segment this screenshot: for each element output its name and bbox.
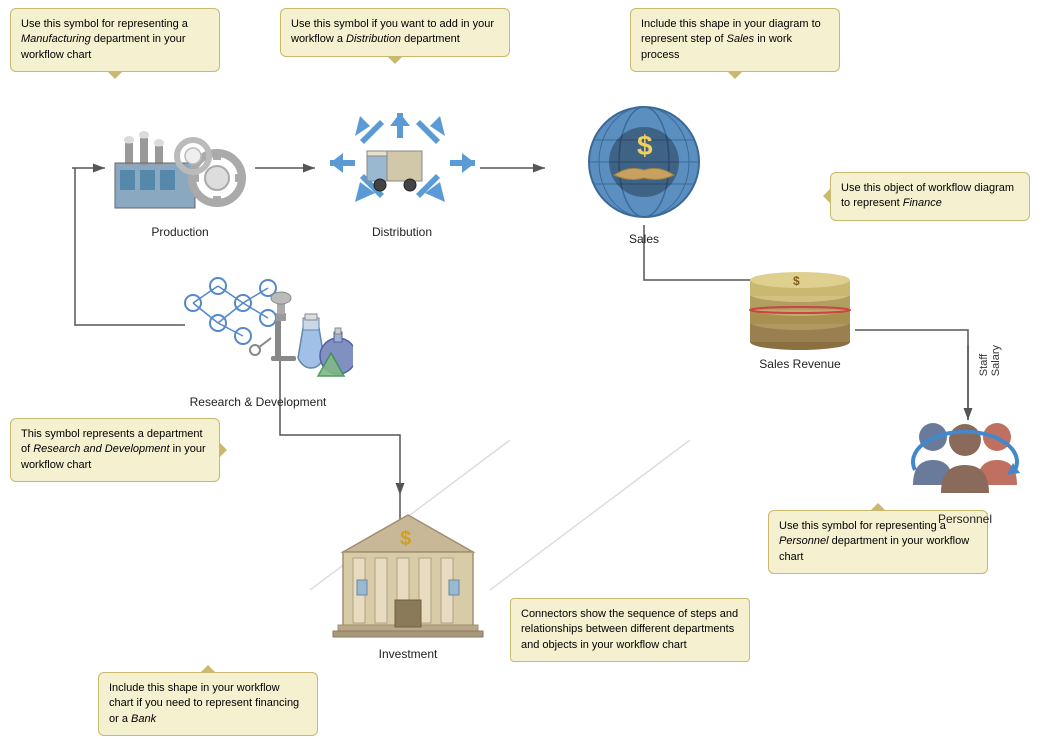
connectors-text: Connectors show the sequence of steps an… bbox=[521, 608, 738, 651]
sales-icon: $ bbox=[559, 100, 729, 225]
italic-manufacturing: Manufacturing bbox=[21, 33, 91, 45]
italic-research: Research and Development bbox=[33, 443, 169, 455]
tooltip-connectors: Connectors show the sequence of steps an… bbox=[510, 598, 750, 662]
node-distribution: Distribution bbox=[322, 108, 482, 239]
italic-distribution: Distribution bbox=[346, 33, 401, 45]
research-label: Research & Development bbox=[158, 395, 358, 409]
italic-personnel: Personnel bbox=[779, 535, 829, 547]
distribution-icon bbox=[325, 108, 480, 218]
italic-sales: Sales bbox=[727, 33, 755, 45]
research-icon bbox=[163, 268, 353, 388]
tooltip-manufacturing: Use this symbol for representing a Manuf… bbox=[10, 8, 220, 72]
node-production: Production bbox=[100, 108, 260, 239]
investment-label: Investment bbox=[318, 647, 498, 661]
svg-text:$: $ bbox=[400, 528, 411, 550]
sales-revenue-label: Sales Revenue bbox=[730, 357, 870, 371]
tooltip-finance: Use this object of workflow diagram to r… bbox=[830, 172, 1030, 221]
personnel-icon bbox=[905, 415, 1025, 505]
sales-revenue-icon: $ bbox=[735, 270, 865, 350]
tooltip-research: This symbol represents a department of R… bbox=[10, 418, 220, 482]
distribution-label: Distribution bbox=[322, 225, 482, 239]
production-label: Production bbox=[100, 225, 260, 239]
node-investment: $ Investment bbox=[318, 510, 498, 661]
svg-text:$: $ bbox=[793, 274, 800, 288]
sales-label: Sales bbox=[554, 232, 734, 246]
svg-text:$: $ bbox=[637, 130, 653, 161]
personnel-label: Personnel bbox=[900, 512, 1030, 526]
tooltip-sales: Include this shape in your diagram to re… bbox=[630, 8, 840, 72]
tooltip-bank: Include this shape in your workflow char… bbox=[98, 672, 318, 736]
italic-finance: Finance bbox=[903, 197, 942, 209]
node-sales-revenue: $ Sales Revenue bbox=[730, 270, 870, 371]
node-research: Research & Development bbox=[158, 268, 358, 409]
investment-icon: $ bbox=[323, 510, 493, 640]
node-personnel: Personnel bbox=[900, 415, 1030, 526]
tooltip-distribution: Use this symbol if you want to add in yo… bbox=[280, 8, 510, 57]
node-sales: $ Sales bbox=[554, 100, 734, 246]
production-icon bbox=[105, 108, 255, 218]
italic-bank: Bank bbox=[131, 713, 156, 725]
